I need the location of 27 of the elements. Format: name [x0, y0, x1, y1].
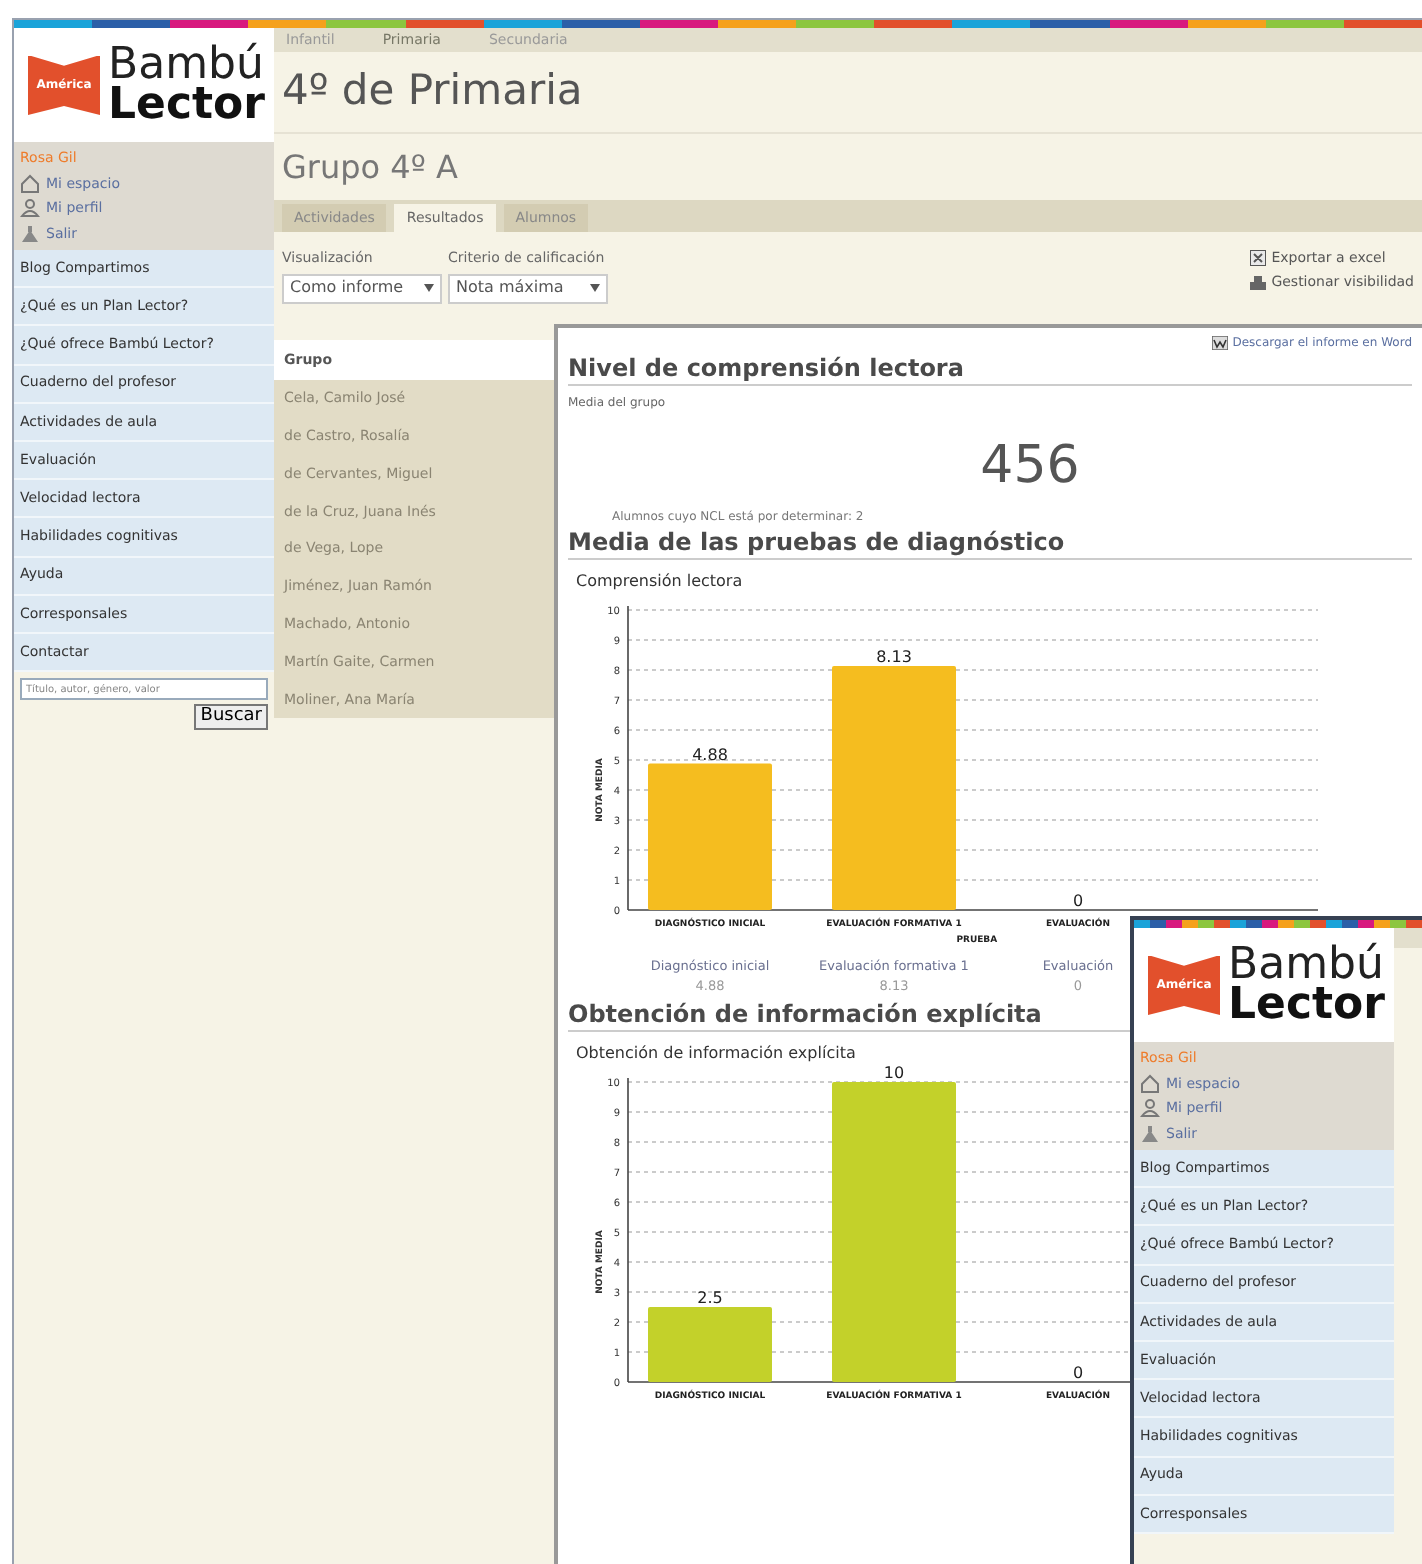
- logo-text: Lector: [108, 85, 265, 125]
- dropdown[interactable]: Como informe: [282, 273, 442, 303]
- chart-title: Comprensión lectora: [576, 570, 743, 594]
- data-label: 4.88: [692, 745, 728, 764]
- document-icon: [1212, 336, 1229, 350]
- logo-text: Bambú: [1228, 945, 1384, 985]
- section-heading: Media de las pruebas de diagnóstico: [568, 526, 1412, 560]
- dropdown[interactable]: Nota máxima: [448, 273, 608, 303]
- caret-icon: [424, 284, 434, 292]
- data-label: 0: [1072, 892, 1084, 910]
- section-heading: Nivel de comprensión lectora: [568, 352, 1412, 386]
- spreadsheet-icon: [1249, 250, 1266, 267]
- bar: [648, 1306, 772, 1381]
- person-icon: [20, 198, 40, 219]
- logo-text: Bambú: [108, 45, 264, 85]
- home-icon: [1140, 1073, 1160, 1094]
- group-score: 456: [978, 436, 1082, 496]
- data-label: 10: [883, 1065, 905, 1081]
- search-button[interactable]: Buscar: [194, 704, 268, 731]
- data-label: 2.5: [697, 1288, 723, 1306]
- data-label: 0: [1072, 1363, 1084, 1381]
- chart-title: Obtención de información explícita: [576, 1041, 856, 1065]
- data-label: 8.13: [876, 648, 912, 667]
- page-title: 4º de Primaria: [280, 64, 585, 119]
- caret-icon: [590, 284, 600, 292]
- home-icon: [20, 173, 40, 194]
- person-icon: [1140, 1098, 1160, 1119]
